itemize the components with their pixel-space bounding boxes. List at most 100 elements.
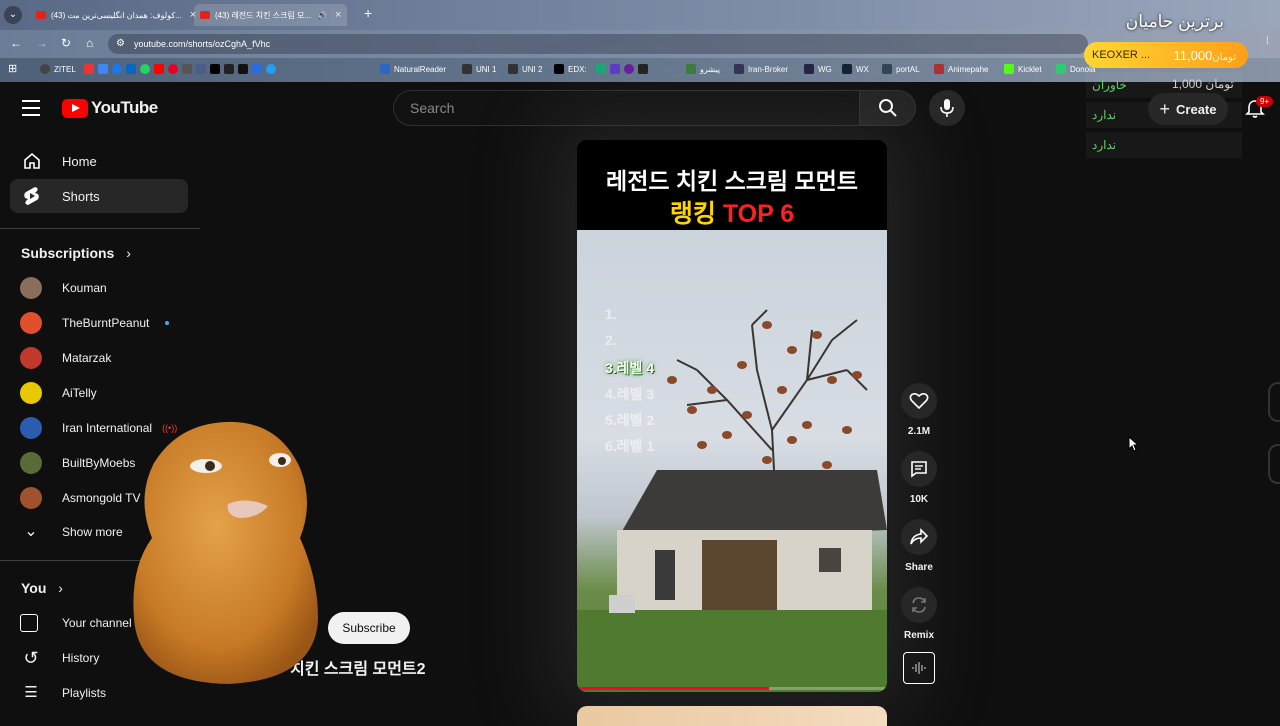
subscription-name: BuiltByMoebs — [62, 456, 136, 470]
next-short-preview[interactable] — [577, 706, 887, 726]
subscription-item[interactable]: Matarzak — [20, 346, 111, 370]
forward-icon[interactable]: → — [36, 36, 48, 50]
supporter-row: ندارد — [1086, 132, 1242, 158]
subscription-item[interactable]: AiTelly — [20, 381, 97, 405]
subscription-item[interactable]: BuiltByMoebs — [20, 451, 135, 475]
extensions-icon[interactable]: ⁞ — [1266, 36, 1269, 47]
browser-tab[interactable]: (43) کولوف: همدان انگلیسی‌ترین مت... × — [30, 4, 202, 26]
apps-grid-icon[interactable]: ⊞ — [8, 62, 17, 75]
remix-icon — [912, 597, 926, 613]
new-content-dot — [165, 321, 170, 325]
sidebar-item-shorts[interactable]: Shorts — [10, 179, 188, 213]
short-title-banner: 레전드 치킨 스크림 모먼트 랭킹 TOP 6 — [577, 140, 887, 230]
new-tab-button[interactable]: + — [364, 5, 372, 21]
sidebar-item-label: Shorts — [62, 188, 100, 204]
close-tab-icon[interactable]: × — [335, 9, 341, 21]
ranking-item: 5.레벨 2 — [605, 412, 655, 428]
subscription-item[interactable]: Asmongold TV — [20, 486, 141, 510]
site-info-icon[interactable]: ⚙ — [116, 34, 125, 54]
bookmark-item[interactable]: NaturalReader — [380, 64, 446, 74]
youtube-logo[interactable]: YouTube — [62, 98, 158, 118]
subscription-item[interactable]: TheBurntPeanut — [20, 311, 170, 335]
sound-button[interactable] — [903, 652, 935, 684]
back-icon[interactable]: ← — [10, 36, 22, 50]
playlists-icon: ☰ — [24, 684, 38, 701]
remix-label: Remix — [903, 630, 934, 641]
url-text: youtube.com/shorts/ozCghA_fVhc — [134, 39, 271, 49]
top-supporters-title: برترین حامیان — [1125, 12, 1224, 31]
avatar — [20, 487, 42, 509]
heart-icon — [909, 392, 929, 410]
audio-playing-icon[interactable]: 🔊 — [317, 11, 327, 20]
bookmark-item[interactable]: WX — [842, 64, 869, 74]
reload-icon[interactable]: ↻ — [61, 36, 71, 50]
bookmark-item[interactable]: Kicklet — [1004, 64, 1042, 74]
your-channel-icon — [20, 614, 38, 632]
show-more-button[interactable]: ⌄ Show more — [20, 520, 123, 544]
sidebar-item-your-channel[interactable]: Your channel — [20, 611, 132, 635]
ranking-item: 6.레벨 1 — [605, 438, 655, 454]
share-button[interactable]: Share — [901, 519, 937, 573]
bookmark-item[interactable]: UNI 2 — [508, 64, 542, 74]
tab-search-button[interactable]: ⌄ — [4, 6, 22, 24]
chevron-right-icon: › — [58, 580, 63, 596]
bookmark-item[interactable]: Iran-Broker — [734, 64, 788, 74]
chevron-right-icon: › — [126, 245, 131, 261]
search-button[interactable] — [860, 90, 916, 126]
like-count: 2.1M — [907, 426, 931, 437]
comments-button[interactable]: 10K — [901, 451, 937, 505]
subscribe-button[interactable]: Subscribe — [328, 612, 410, 644]
subscriptions-heading[interactable]: Subscriptions › — [21, 245, 131, 261]
title-ranking-word: 랭킹 — [669, 200, 716, 228]
you-heading[interactable]: You › — [21, 580, 63, 596]
guide-menu-icon[interactable] — [22, 100, 40, 116]
bookmark-item[interactable]: portAL — [882, 64, 920, 74]
youtube-play-icon — [62, 98, 88, 118]
subscriptions-heading-label: Subscriptions — [21, 245, 115, 261]
bookmark-item[interactable]: ZITEL — [40, 64, 76, 74]
browser-tab-active[interactable]: (43) 레전드 치킨 스크림 모... 🔊 × — [194, 4, 348, 26]
chevron-down-icon: ⌄ — [24, 523, 38, 540]
subscription-name: Kouman — [62, 281, 107, 295]
sidebar-item-home[interactable]: Home — [10, 144, 188, 178]
bookmark-item[interactable]: EDX: — [554, 64, 587, 74]
create-label: Create — [1176, 101, 1217, 117]
short-title-line-2: 랭킹 TOP 6 — [577, 194, 887, 230]
title-top-word: TOP 6 — [722, 200, 795, 228]
remix-button[interactable]: Remix — [901, 587, 937, 641]
ranking-item: 1. — [605, 306, 617, 322]
show-more-label: Show more — [62, 525, 123, 539]
currency-label: تومان — [1212, 51, 1236, 63]
home-icon[interactable]: ⌂ — [86, 36, 93, 50]
browser-tab-bar: ⌄ (43) کولوف: همدان انگلیسی‌ترین مت... ×… — [0, 0, 1280, 30]
subscription-item[interactable]: Kouman — [20, 276, 107, 300]
youtube-favicon-icon — [200, 11, 210, 19]
bookmark-item[interactable]: UNI 1 — [462, 64, 496, 74]
bookmark-item[interactable]: پیشرو — [686, 64, 720, 74]
ranking-item: 2. — [605, 332, 617, 348]
video-progress-bar[interactable] — [577, 687, 887, 690]
short-video-player[interactable]: 레전드 치킨 스크림 모먼트 랭킹 TOP 6 1. 2. 3.레벨 4 4.레… — [577, 140, 887, 692]
video-frame: 1. 2. 3.레벨 4 4.레벨 3 5.레벨 2 6.레벨 1 — [577, 230, 887, 692]
search-input[interactable]: Search — [393, 90, 860, 126]
url-field[interactable]: ⚙ youtube.com/shorts/ozCghA_fVhc — [108, 34, 1088, 54]
avatar — [20, 452, 42, 474]
avatar — [20, 277, 42, 299]
like-button[interactable]: 2.1M — [901, 383, 937, 437]
sidebar-item-label: Your channel — [62, 616, 132, 630]
bookmark-icons-strip[interactable] — [84, 64, 280, 74]
create-button[interactable]: + Create — [1148, 93, 1228, 125]
bookmark-icons-strip-2[interactable] — [596, 64, 652, 74]
voice-search-button[interactable] — [929, 90, 965, 126]
audio-wave-icon — [912, 662, 926, 674]
sidebar-item-history[interactable]: ↺ History — [20, 646, 99, 670]
bookmark-item[interactable]: Animepahe — [934, 64, 988, 74]
tab-label: (43) 레전드 치킨 스크림 모... — [215, 10, 312, 20]
next-short-button[interactable] — [1268, 444, 1280, 484]
bookmark-item[interactable]: WG — [804, 64, 832, 74]
sidebar-item-label: Home — [62, 153, 97, 169]
tab-label: (43) کولوف: همدان انگلیسی‌ترین مت... — [51, 10, 182, 20]
previous-short-button[interactable] — [1268, 382, 1280, 422]
plus-icon: + — [1159, 98, 1171, 119]
sidebar-item-playlists[interactable]: ☰ Playlists — [20, 681, 106, 705]
